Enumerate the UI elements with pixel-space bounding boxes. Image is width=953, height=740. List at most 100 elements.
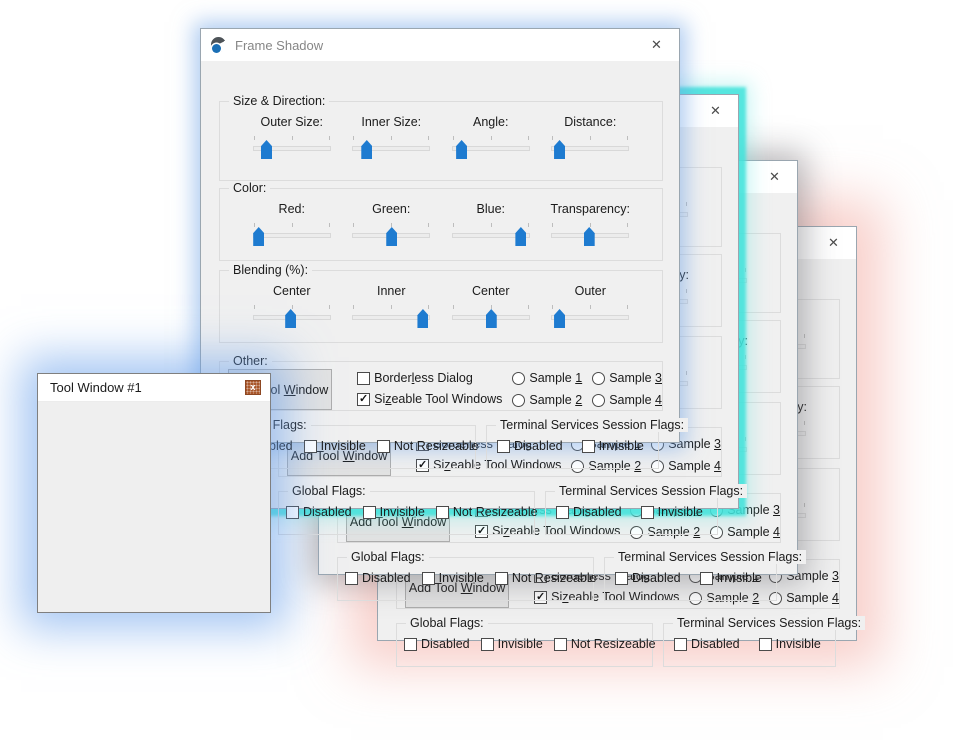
- checkbox-box[interactable]: [436, 506, 449, 519]
- tick: [590, 305, 591, 309]
- tick: [391, 136, 392, 140]
- radio-circle[interactable]: [592, 372, 605, 385]
- slider-thumb[interactable]: [361, 140, 372, 159]
- radio-sample-2[interactable]: Sample 2: [512, 393, 582, 407]
- tick: [292, 136, 293, 140]
- checkbox-box[interactable]: [674, 638, 687, 651]
- checkbox-box[interactable]: [304, 440, 317, 453]
- checkbox-box[interactable]: [377, 440, 390, 453]
- checkbox-sizeable-tool-windows[interactable]: ✓ Sizeable Tool Windows: [357, 392, 508, 406]
- radio-circle[interactable]: [592, 394, 605, 407]
- radio-circle[interactable]: [512, 394, 525, 407]
- radio-sample-1[interactable]: Sample 1: [512, 371, 582, 385]
- checkbox-global-not-resizeable[interactable]: Not Resizeable: [377, 439, 479, 453]
- slider-blend-center-1[interactable]: [253, 303, 331, 329]
- checkbox-box[interactable]: ✓: [357, 393, 370, 406]
- tick: [391, 305, 392, 309]
- checkbox-box[interactable]: [615, 572, 628, 585]
- checkbox-label: Invisible: [776, 637, 821, 651]
- dialog-titlebar[interactable]: Frame Shadow ✕: [201, 29, 679, 61]
- tick: [552, 136, 553, 140]
- slider-thumb[interactable]: [253, 227, 264, 246]
- checkbox-box[interactable]: [404, 638, 417, 651]
- checkbox-terminal-invisible[interactable]: Invisible: [582, 439, 644, 453]
- close-icon[interactable]: ✕: [752, 161, 797, 192]
- slider-thumb[interactable]: [486, 309, 497, 328]
- slider-red[interactable]: [253, 221, 331, 247]
- tick: [453, 136, 454, 140]
- slider-thumb[interactable]: [554, 309, 565, 328]
- checkbox-global-invisible[interactable]: Invisible: [363, 505, 425, 519]
- slider-inner-size[interactable]: [352, 134, 430, 160]
- slider-thumb[interactable]: [515, 227, 526, 246]
- slider-distance[interactable]: [551, 134, 629, 160]
- tick: [745, 437, 746, 441]
- radio-sample-3[interactable]: Sample 3: [592, 371, 662, 385]
- checkbox-terminal-disabled[interactable]: Disabled: [497, 439, 563, 453]
- radio-label: Sample 2: [529, 393, 582, 407]
- checkbox-global-not-resizeable[interactable]: Not Resizeable: [554, 637, 656, 651]
- checkbox-global-not-resizeable[interactable]: Not Resizeable: [436, 505, 538, 519]
- slider-green[interactable]: [352, 221, 430, 247]
- group-label: Color:: [229, 181, 270, 195]
- checkbox-box[interactable]: [481, 638, 494, 651]
- checkbox-box[interactable]: [286, 506, 299, 519]
- checkbox-global-disabled[interactable]: Disabled: [286, 505, 352, 519]
- checkbox-box[interactable]: [554, 638, 567, 651]
- group-global-flags: Global Flags: Disabled Invisible Not Res…: [278, 491, 535, 535]
- checkbox-terminal-invisible[interactable]: Invisible: [641, 505, 703, 519]
- close-icon[interactable]: ✕: [693, 95, 738, 126]
- slider-blend-outer[interactable]: [551, 303, 629, 329]
- checkbox-box[interactable]: [363, 506, 376, 519]
- slider-thumb[interactable]: [554, 140, 565, 159]
- close-icon[interactable]: ✕: [634, 29, 679, 60]
- checkbox-global-invisible[interactable]: Invisible: [481, 637, 543, 651]
- checkbox-global-disabled[interactable]: Disabled: [404, 637, 470, 651]
- checkbox-box[interactable]: [495, 572, 508, 585]
- slider-thumb[interactable]: [584, 227, 595, 246]
- slider-thumb[interactable]: [261, 140, 272, 159]
- checkbox-borderless-dialog[interactable]: Borderless Dialog: [357, 371, 508, 385]
- checkbox-box[interactable]: [556, 506, 569, 519]
- slider-transparency[interactable]: [551, 221, 629, 247]
- slider-thumb[interactable]: [417, 309, 428, 328]
- radio-sample-4[interactable]: Sample 4: [651, 459, 721, 473]
- slider-outer-size[interactable]: [253, 134, 331, 160]
- slider-thumb[interactable]: [386, 227, 397, 246]
- slider-track[interactable]: [253, 233, 331, 238]
- checkbox-box[interactable]: [582, 440, 595, 453]
- checkbox-terminal-invisible[interactable]: Invisible: [700, 571, 762, 585]
- checkbox-terminal-invisible[interactable]: Invisible: [759, 637, 821, 651]
- radio-sample-4[interactable]: Sample 4: [592, 393, 662, 407]
- checkbox-global-invisible[interactable]: Invisible: [304, 439, 366, 453]
- tick: [292, 305, 293, 309]
- checkbox-box[interactable]: [700, 572, 713, 585]
- checkbox-box[interactable]: [497, 440, 510, 453]
- tick: [353, 223, 354, 227]
- slider-thumb[interactable]: [285, 309, 296, 328]
- slider-angle[interactable]: [452, 134, 530, 160]
- tool-window-titlebar[interactable]: Tool Window #1 x: [38, 374, 270, 402]
- checkbox-box[interactable]: [357, 372, 370, 385]
- checkbox-global-not-resizeable[interactable]: Not Resizeable: [495, 571, 597, 585]
- checkbox-box[interactable]: [641, 506, 654, 519]
- slider-blend-center-2[interactable]: [452, 303, 530, 329]
- checkbox-terminal-disabled[interactable]: Disabled: [615, 571, 681, 585]
- slider-blend-inner[interactable]: [352, 303, 430, 329]
- tool-window-close-icon[interactable]: x: [245, 380, 261, 395]
- tick: [627, 223, 628, 227]
- close-icon[interactable]: ✕: [811, 227, 856, 258]
- checkbox-terminal-disabled[interactable]: Disabled: [674, 637, 740, 651]
- checkbox-box[interactable]: [422, 572, 435, 585]
- checkbox-terminal-disabled[interactable]: Disabled: [556, 505, 622, 519]
- slider-thumb[interactable]: [456, 140, 467, 159]
- radio-circle[interactable]: [512, 372, 525, 385]
- radio-sample-4[interactable]: Sample 4: [710, 525, 780, 539]
- slider-blue[interactable]: [452, 221, 530, 247]
- checkbox-box[interactable]: [345, 572, 358, 585]
- radio-sample-4[interactable]: Sample 4: [769, 591, 839, 605]
- checkbox-global-disabled[interactable]: Disabled: [345, 571, 411, 585]
- checkbox-global-invisible[interactable]: Invisible: [422, 571, 484, 585]
- slider-label-angle: Angle:: [473, 115, 508, 129]
- checkbox-box[interactable]: [759, 638, 772, 651]
